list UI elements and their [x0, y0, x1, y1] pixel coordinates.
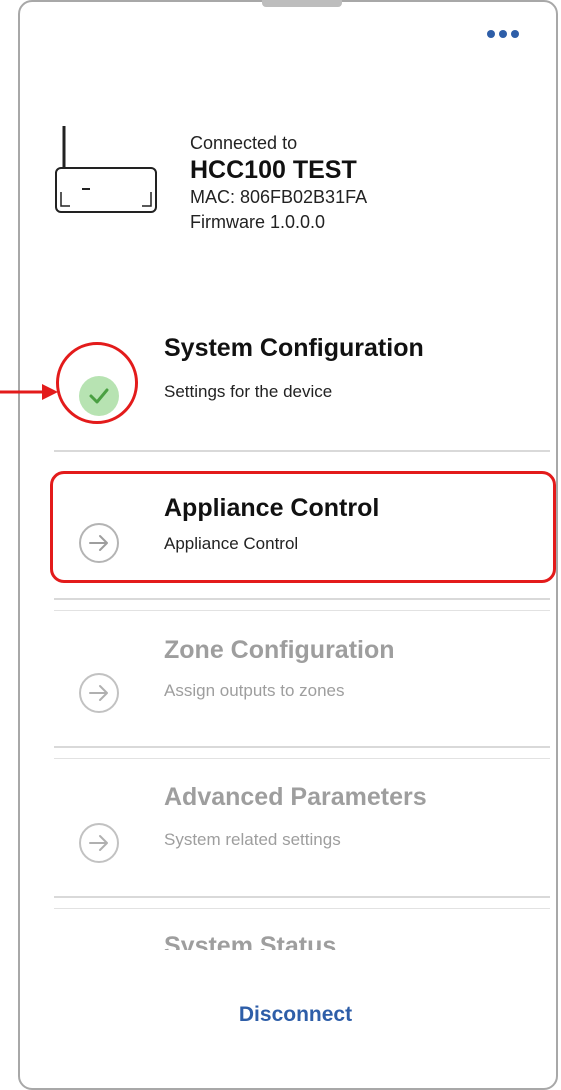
highlight-box	[50, 471, 556, 583]
divider	[54, 610, 550, 611]
device-firmware: Firmware 1.0.0.0	[190, 212, 326, 232]
more-options-button[interactable]	[478, 20, 528, 48]
divider	[54, 896, 550, 898]
step-title: System Configuration	[164, 334, 424, 362]
device-info: Connected to HCC100 TEST MAC: 806FB02B31…	[190, 132, 367, 233]
step-subtitle: Assign outputs to zones	[164, 681, 345, 700]
step-subtitle: System related settings	[164, 830, 341, 849]
highlight-circle	[56, 342, 138, 424]
divider	[54, 746, 550, 748]
connected-label: Connected to	[190, 133, 298, 153]
divider	[54, 908, 550, 909]
divider	[54, 450, 550, 452]
divider	[54, 758, 550, 759]
device-mac: MAC: 806FB02B31FA	[190, 187, 368, 207]
router-icon	[55, 126, 157, 213]
step-title: System Status	[164, 932, 337, 950]
more-dot	[499, 30, 507, 38]
disconnect-button[interactable]: Disconnect	[0, 1003, 561, 1027]
step-zone-configuration[interactable]: Zone Configuration Assign outputs to zon…	[54, 626, 550, 736]
step-title: Zone Configuration	[164, 636, 395, 664]
arrow-right-icon	[0, 384, 58, 400]
step-subtitle: Settings for the device	[164, 382, 333, 401]
drag-handle[interactable]	[262, 0, 342, 7]
more-horizontal-icon	[487, 30, 495, 38]
step-title: Advanced Parameters	[164, 783, 427, 811]
arrow-right-circle-icon	[79, 823, 119, 863]
step-system-status[interactable]: System Status	[164, 928, 524, 950]
step-advanced-parameters[interactable]: Advanced Parameters System related setti…	[54, 776, 550, 886]
arrow-right-circle-icon	[79, 673, 119, 713]
device-name: HCC100 TEST	[190, 156, 357, 184]
divider	[54, 598, 550, 600]
more-dot	[511, 30, 519, 38]
